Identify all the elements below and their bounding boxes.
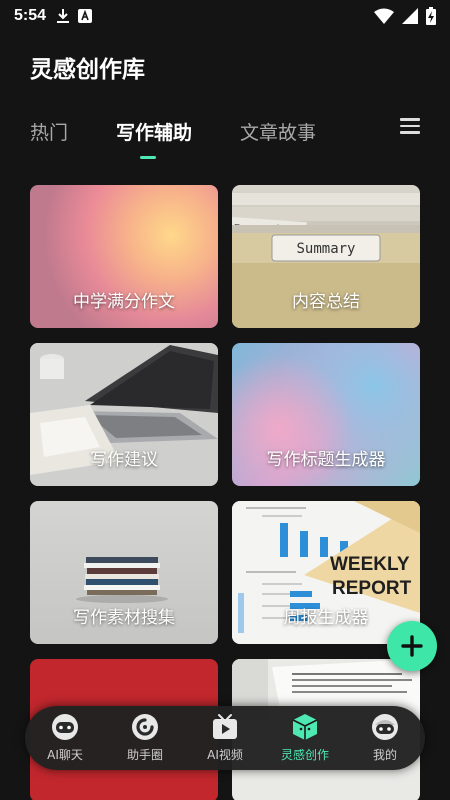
nav-label: 我的: [372, 748, 397, 762]
download-icon: [57, 9, 70, 23]
nav-label: 助手圈: [126, 748, 163, 762]
nav-label: AI聊天: [47, 748, 83, 762]
add-button[interactable]: [387, 621, 437, 671]
profile-robot-icon: [372, 714, 398, 740]
card-content-summary[interactable]: Documents Summary 内容总结: [232, 185, 420, 328]
active-tab-indicator: [140, 156, 156, 159]
status-bar: 5:54: [0, 0, 450, 32]
card-label: 写作建议: [90, 450, 158, 470]
card-writing-advice[interactable]: 写作建议: [30, 343, 218, 486]
wifi-icon: [374, 8, 394, 24]
page-title: 灵感创作库: [30, 57, 145, 83]
font-icon: [78, 9, 93, 23]
report-text: REPORT: [332, 578, 412, 599]
nav-assistant-circle[interactable]: 助手圈: [105, 712, 185, 768]
summary-tab-text: Summary: [296, 241, 355, 257]
plus-icon: [401, 635, 423, 657]
card-label: 写作素材搜集: [73, 608, 175, 628]
nav-ai-chat[interactable]: AI聊天: [25, 712, 105, 768]
nav-label: 灵感创作: [280, 748, 329, 762]
nav-inspiration-create[interactable]: 灵感创作: [265, 712, 345, 768]
card-label: 中学满分作文: [73, 292, 175, 312]
battery-charging-icon: [426, 7, 436, 25]
card-label: 写作标题生成器: [266, 450, 386, 470]
tab-hot[interactable]: 热门: [30, 118, 68, 145]
card-weekly-report[interactable]: WEEKLY REPORT 周报生成器: [232, 501, 420, 644]
ring-icon: [132, 714, 158, 740]
bottom-nav: AI聊天 助手圈 AI视频 灵感创作 我的: [25, 706, 425, 770]
tab-writing-assist[interactable]: 写作辅助: [116, 118, 192, 145]
tab-articles-stories[interactable]: 文章故事: [240, 118, 316, 145]
tabs-menu-button[interactable]: [400, 118, 420, 138]
card-label: 内容总结: [292, 292, 360, 312]
cube-icon: [292, 714, 318, 740]
category-tabs: 热门 写作辅助 文章故事: [0, 110, 450, 162]
card-title-generator[interactable]: 写作标题生成器: [232, 343, 420, 486]
robot-icon: [52, 714, 78, 740]
weekly-text: WEEKLY: [330, 554, 410, 575]
nav-label: AI视频: [207, 748, 243, 762]
card-label: 周报生成器: [283, 608, 369, 628]
video-icon: [213, 714, 237, 739]
nav-ai-video[interactable]: AI视频: [185, 712, 265, 768]
card-material-collection[interactable]: 写作素材搜集: [30, 501, 218, 644]
card-middle-school-essay[interactable]: 中学满分作文: [30, 185, 218, 328]
cellular-icon: [402, 8, 418, 24]
nav-mine[interactable]: 我的: [345, 712, 425, 768]
status-time: 5:54: [14, 7, 47, 24]
